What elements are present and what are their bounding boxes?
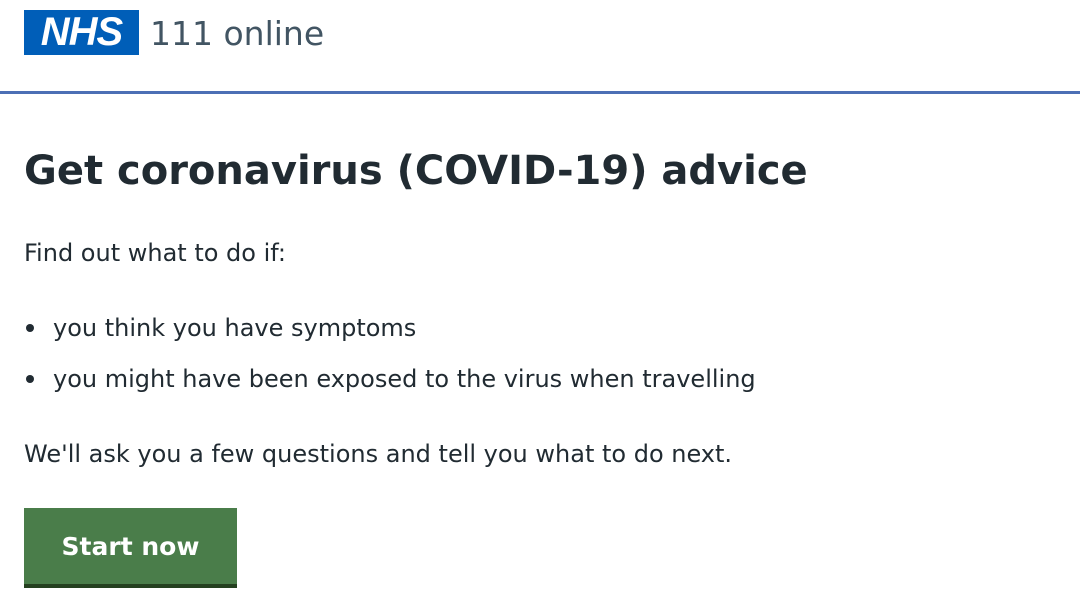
bullet-icon bbox=[26, 375, 34, 383]
nhs-logo-text: NHS bbox=[40, 10, 123, 54]
bullet-icon bbox=[26, 324, 34, 332]
page-title: Get coronavirus (COVID-19) advice bbox=[24, 148, 808, 194]
start-now-button[interactable]: Start now bbox=[24, 508, 237, 588]
service-name[interactable]: 111 online bbox=[150, 14, 324, 54]
site-header: NHS 111 online bbox=[0, 0, 1080, 94]
start-now-label: Start now bbox=[61, 531, 200, 561]
condition-list: you think you have symptoms you might ha… bbox=[24, 312, 756, 414]
list-item: you might have been exposed to the virus… bbox=[24, 363, 756, 414]
outro-text: We'll ask you a few questions and tell y… bbox=[24, 440, 733, 468]
nhs-logo[interactable]: NHS bbox=[24, 10, 139, 55]
list-item: you think you have symptoms bbox=[24, 312, 756, 363]
intro-text: Find out what to do if: bbox=[24, 239, 286, 267]
list-item-text: you might have been exposed to the virus… bbox=[53, 365, 756, 393]
list-item-text: you think you have symptoms bbox=[53, 314, 417, 342]
